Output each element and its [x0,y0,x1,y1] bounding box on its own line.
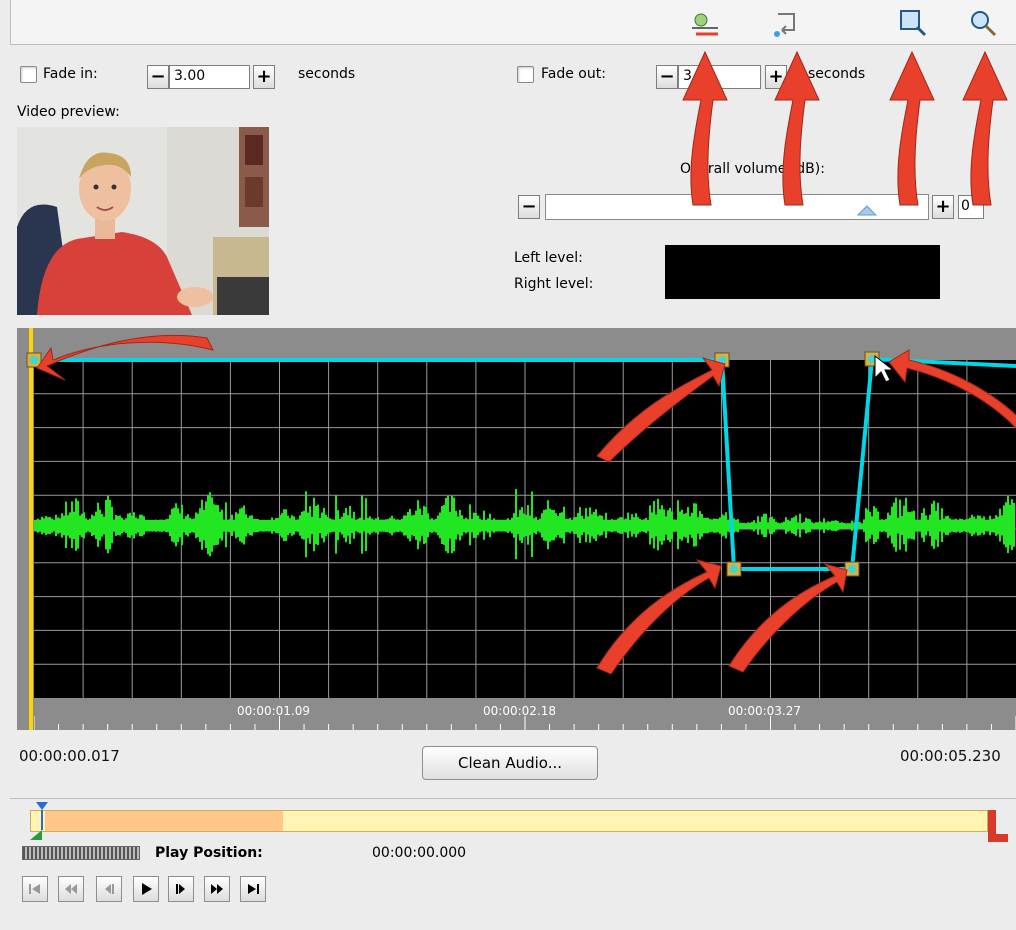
play-position-value: 00:00:00.000 [372,845,467,861]
envelope-keyframe-dot [848,565,856,573]
rewind-icon [65,884,77,894]
annotation-arrow [889,50,935,206]
envelope-overlay [26,334,1016,675]
audio-envelope-editor[interactable]: 00:00:01.09 00:00:02.18 00:00:03.27 [17,328,1016,730]
clean-audio-button[interactable]: Clean Audio... [422,746,598,780]
annotation-arrow [596,559,722,675]
step-forward-icon [176,884,185,894]
annotation-arrow [596,357,726,463]
end-time: 00:00:05.230 [900,747,1001,765]
annotation-arrow [728,563,848,673]
play-position-gripper[interactable] [22,846,140,860]
annotation-arrow [962,50,1008,206]
timeline-start-marker[interactable] [28,800,52,844]
annotation-arrows-top [682,50,1008,206]
rewind-button[interactable] [58,876,84,902]
annotation-arrow [774,50,820,206]
play-position-label: Play Position: [155,845,263,861]
play-icon [142,883,152,895]
playback-timeline[interactable] [30,810,988,832]
annotation-arrow [682,50,728,206]
volume-envelope[interactable] [34,356,1016,571]
timeline-end-marker[interactable] [986,808,1012,844]
annotation-arrow [36,334,214,381]
go-to-end-icon [248,884,259,894]
envelope-keyframe-dot [730,565,738,573]
go-to-start-icon [29,884,40,894]
go-to-end-button[interactable] [240,876,266,902]
timeline-played-region [45,811,283,831]
play-button[interactable] [133,876,159,902]
fast-forward-button[interactable] [204,876,230,902]
step-back-icon [105,884,114,894]
fast-forward-icon [211,884,223,894]
envelope-keyframe-dot [30,356,38,364]
divider [10,798,1016,799]
start-time: 00:00:00.017 [19,747,120,765]
step-back-button[interactable] [96,876,122,902]
step-forward-button[interactable] [168,876,194,902]
go-to-start-button[interactable] [22,876,48,902]
